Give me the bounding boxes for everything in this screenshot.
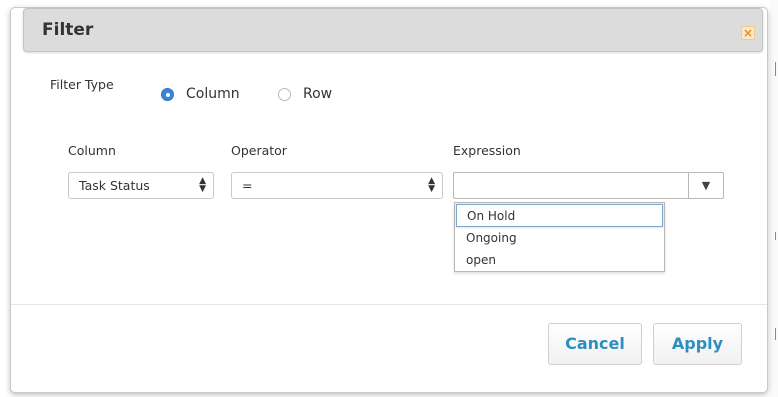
apply-button[interactable]: Apply (653, 323, 742, 365)
column-select-value: Task Status (79, 178, 150, 193)
expression-input[interactable] (453, 172, 688, 199)
radio-column[interactable]: Column (161, 86, 240, 102)
radio-row-label[interactable]: Row (303, 86, 332, 102)
operator-label: Operator (231, 143, 287, 158)
radio-column-label[interactable]: Column (186, 86, 240, 102)
footer-divider (11, 304, 767, 305)
dropdown-option-on-hold[interactable]: On Hold (456, 204, 663, 227)
background-mark (775, 328, 776, 340)
filter-dialog: Filter × Filter Type Column Row Column O… (10, 7, 768, 393)
cancel-button[interactable]: Cancel (548, 323, 642, 365)
operator-select-value: = (242, 178, 253, 193)
background-mark (775, 62, 776, 76)
dropdown-option-ongoing[interactable]: Ongoing (456, 227, 663, 250)
expression-dropdown-list: On Hold Ongoing open (454, 202, 665, 272)
dropdown-option-open[interactable]: open (456, 249, 663, 272)
operator-select[interactable]: = ▲ ▼ (231, 172, 443, 199)
dialog-title: Filter (42, 20, 94, 40)
updown-arrows-icon: ▲ ▼ (428, 176, 435, 194)
background-mark (775, 232, 776, 240)
radio-column-indicator[interactable] (161, 87, 174, 101)
column-label: Column (68, 143, 116, 158)
background-strip (770, 0, 778, 397)
column-select[interactable]: Task Status ▲ ▼ (68, 172, 214, 199)
radio-row[interactable]: Row (278, 86, 332, 102)
dialog-titlebar: Filter × (23, 8, 763, 52)
expression-dropdown-toggle[interactable]: ▼ (688, 172, 724, 199)
updown-arrows-icon: ▲ ▼ (199, 176, 206, 194)
radio-row-indicator[interactable] (278, 87, 291, 101)
close-icon[interactable]: × (741, 26, 755, 40)
chevron-down-icon: ▼ (701, 179, 711, 192)
expression-label: Expression (453, 143, 521, 158)
filter-type-label: Filter Type (50, 77, 114, 92)
